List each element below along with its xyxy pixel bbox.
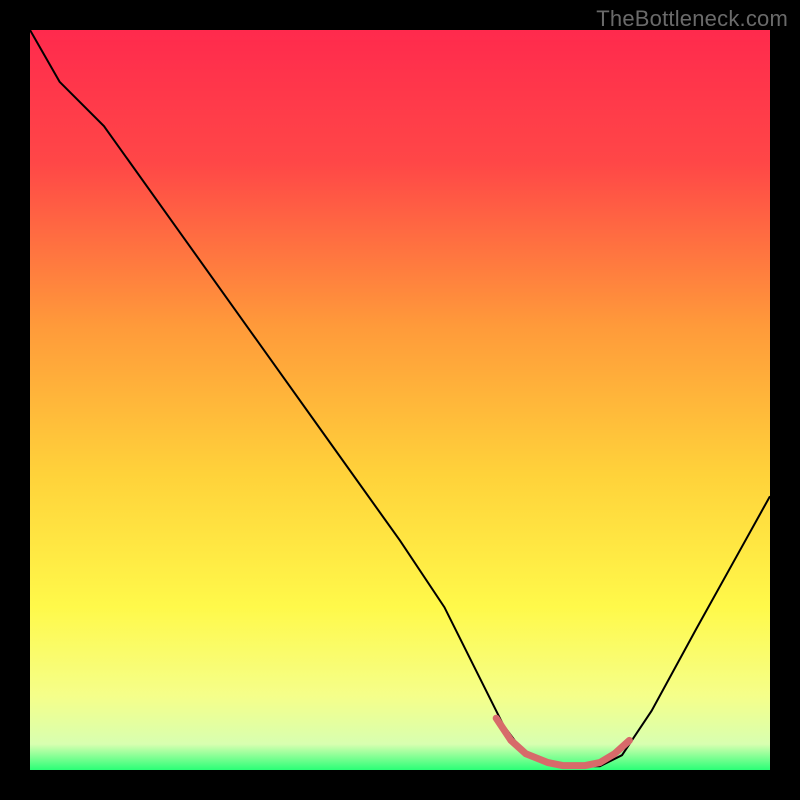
bottleneck-plot (30, 30, 770, 770)
chart-frame: TheBottleneck.com (0, 0, 800, 800)
watermark-text: TheBottleneck.com (596, 6, 788, 32)
gradient-background (30, 30, 770, 770)
